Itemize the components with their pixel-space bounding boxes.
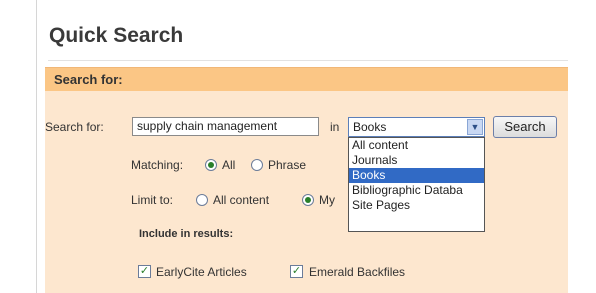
dropdown-option-bibliographic-databases[interactable]: Bibliographic Databa xyxy=(349,183,484,198)
chevron-down-icon[interactable]: ▼ xyxy=(467,119,483,135)
title-divider xyxy=(48,60,568,61)
dropdown-option-site-pages[interactable]: Site Pages xyxy=(349,198,484,213)
limit-all-label[interactable]: All content xyxy=(213,193,269,207)
include-label: Include in results: xyxy=(139,228,234,240)
scope-select[interactable]: Books ▼ xyxy=(348,117,485,137)
quick-search-panel: Quick Search Search for: Search for: sup… xyxy=(37,10,568,293)
scope-select-value: Books xyxy=(353,120,387,134)
search-form: Search for: supply chain management in B… xyxy=(45,91,568,293)
matching-phrase-radio[interactable] xyxy=(251,159,263,171)
limit-my-label[interactable]: My xyxy=(319,193,335,207)
earlycite-label[interactable]: EarlyCite Articles xyxy=(156,265,247,279)
backfiles-label[interactable]: Emerald Backfiles xyxy=(309,265,405,279)
in-label: in xyxy=(330,120,340,134)
search-for-header: Search for: xyxy=(45,67,568,91)
matching-all-radio[interactable] xyxy=(205,159,217,171)
search-input[interactable]: supply chain management xyxy=(132,117,319,136)
search-button[interactable]: Search xyxy=(493,116,557,138)
matching-label: Matching: xyxy=(131,158,184,172)
scope-dropdown-list: All content Journals Books Bibliographic… xyxy=(348,137,485,232)
limit-my-radio[interactable] xyxy=(302,194,314,206)
dropdown-option-all-content[interactable]: All content xyxy=(349,138,484,153)
dropdown-option-books[interactable]: Books xyxy=(349,168,484,183)
search-for-header-label: Search for: xyxy=(54,72,123,87)
dropdown-option-journals[interactable]: Journals xyxy=(349,153,484,168)
matching-all-label[interactable]: All xyxy=(222,158,235,172)
search-for-label: Search for: xyxy=(45,120,104,134)
matching-phrase-label[interactable]: Phrase xyxy=(268,158,306,172)
earlycite-checkbox[interactable]: ✓ xyxy=(138,265,151,278)
backfiles-checkbox[interactable]: ✓ xyxy=(290,265,303,278)
page-title: Quick Search xyxy=(49,24,184,47)
limit-to-label: Limit to: xyxy=(131,193,174,207)
limit-all-radio[interactable] xyxy=(196,194,208,206)
